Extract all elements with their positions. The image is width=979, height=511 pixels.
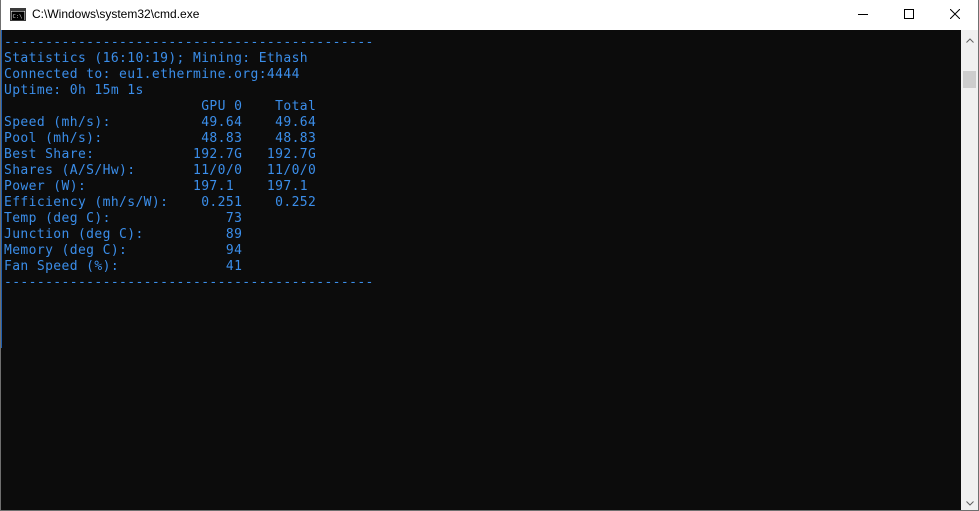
scroll-up-button[interactable]: [961, 30, 978, 47]
console-line: Speed (mh/s): 49.64 49.64: [4, 115, 317, 130]
console-line: Shares (A/S/Hw): 11/0/0 11/0/0: [4, 163, 317, 178]
maximize-icon: [904, 6, 914, 24]
console-line: ----------------------------------------…: [4, 35, 374, 50]
console-line: Best Share: 192.7G 192.7G: [4, 147, 317, 162]
scroll-thumb[interactable]: [963, 71, 976, 88]
chevron-down-icon: [965, 493, 974, 511]
console-line: Efficiency (mh/s/W): 0.251 0.252: [4, 195, 317, 210]
console-line: Connected to: eu1.ethermine.org:4444: [4, 67, 300, 82]
close-button[interactable]: [932, 0, 978, 30]
console-output[interactable]: ----------------------------------------…: [1, 30, 961, 510]
console-line: Pool (mh/s): 48.83 48.83: [4, 131, 317, 146]
cmd-window: C:\ C:\Windows\system32\cmd.exe --------…: [0, 0, 979, 511]
console-left-edge: [1, 30, 2, 348]
chevron-up-icon: [965, 30, 974, 48]
console-line: Fan Speed (%): 41: [4, 259, 243, 274]
console-line: Junction (deg C): 89: [4, 227, 243, 242]
minimize-button[interactable]: [840, 0, 886, 30]
console-line: Temp (deg C): 73: [4, 211, 243, 226]
console-line: Statistics (16:10:19); Mining: Ethash: [4, 51, 309, 66]
cmd-icon: C:\: [10, 8, 26, 21]
scroll-down-button[interactable]: [961, 493, 978, 510]
console-line: ----------------------------------------…: [4, 275, 374, 290]
console-text: ----------------------------------------…: [4, 35, 374, 291]
console-line: GPU 0 Total: [4, 99, 317, 114]
maximize-button[interactable]: [886, 0, 932, 30]
console-line: Memory (deg C): 94: [4, 243, 243, 258]
console-line: Power (W): 197.1 197.1: [4, 179, 309, 194]
title-bar[interactable]: C:\ C:\Windows\system32\cmd.exe: [1, 0, 978, 30]
window-title: C:\Windows\system32\cmd.exe: [32, 7, 200, 21]
minimize-icon: [858, 6, 868, 24]
vertical-scrollbar[interactable]: [961, 30, 978, 510]
console-line: Uptime: 0h 15m 1s: [4, 83, 144, 98]
svg-text:C:\: C:\: [13, 14, 23, 20]
close-icon: [949, 6, 961, 24]
